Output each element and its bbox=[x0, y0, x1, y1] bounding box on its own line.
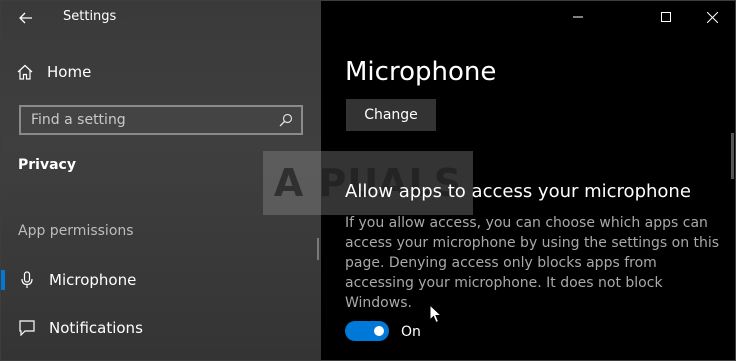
main-scrollbar[interactable] bbox=[731, 133, 734, 179]
home-link[interactable]: Home bbox=[17, 63, 91, 81]
notifications-icon bbox=[19, 320, 35, 336]
back-arrow-icon bbox=[19, 12, 32, 24]
sidebar-item-label: Notifications bbox=[49, 319, 143, 337]
close-icon bbox=[706, 11, 718, 23]
back-button[interactable] bbox=[11, 5, 41, 31]
section-label: App permissions bbox=[18, 223, 134, 239]
category-heading: Privacy bbox=[18, 157, 76, 173]
microphone-icon bbox=[21, 271, 33, 288]
access-toggle[interactable] bbox=[345, 321, 389, 341]
sidebar-item-notifications[interactable]: Notifications bbox=[1, 311, 321, 345]
change-button[interactable]: Change bbox=[346, 99, 436, 131]
search-box[interactable] bbox=[19, 105, 303, 135]
search-icon[interactable] bbox=[279, 113, 293, 127]
home-label: Home bbox=[47, 63, 92, 81]
window-title: Settings bbox=[63, 9, 117, 24]
settings-window: Settings Home Privacy App permissions bbox=[0, 0, 736, 361]
maximize-button[interactable] bbox=[651, 5, 681, 29]
minimize-icon bbox=[573, 16, 583, 18]
selection-indicator bbox=[1, 270, 5, 290]
page-title: Microphone bbox=[345, 57, 497, 87]
section-description: If you allow access, you can choose whic… bbox=[345, 215, 720, 311]
toggle-state-label: On bbox=[401, 324, 421, 340]
sidebar-scrollbar[interactable] bbox=[317, 238, 319, 260]
sidebar-item-microphone[interactable]: Microphone bbox=[1, 263, 321, 297]
close-button[interactable] bbox=[697, 5, 727, 29]
search-input[interactable] bbox=[29, 111, 279, 129]
mouse-cursor-icon bbox=[429, 304, 443, 324]
home-icon bbox=[17, 64, 33, 80]
minimize-button[interactable] bbox=[563, 5, 593, 29]
toggle-knob bbox=[374, 326, 384, 336]
section-title: Allow apps to access your microphone bbox=[345, 181, 691, 202]
sidebar-item-label: Microphone bbox=[49, 271, 137, 289]
main-content: Microphone Change A PUALS Allow apps to … bbox=[263, 1, 735, 360]
maximize-icon bbox=[661, 12, 671, 22]
